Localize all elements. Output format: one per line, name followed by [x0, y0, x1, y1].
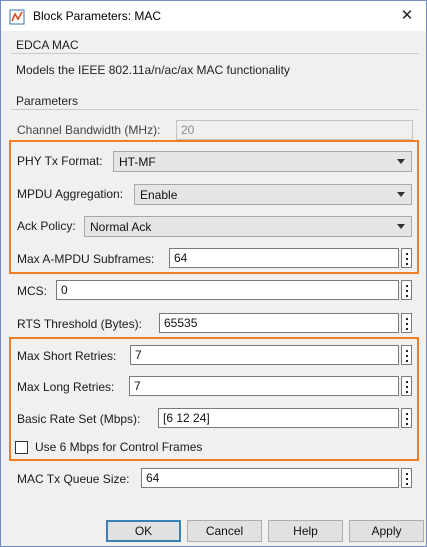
- more-options-icon[interactable]: [401, 345, 412, 365]
- more-options-icon[interactable]: [401, 248, 412, 268]
- max-ampdu-subframes-label: Max A-MPDU Subframes:: [17, 252, 155, 266]
- max-long-retries-label: Max Long Retries:: [17, 380, 115, 394]
- phy-tx-format-value: HT-MF: [119, 155, 156, 169]
- more-options-icon[interactable]: [401, 376, 412, 396]
- cancel-button[interactable]: Cancel: [187, 520, 262, 542]
- close-icon[interactable]: ✕: [388, 1, 426, 31]
- chevron-down-icon: [397, 192, 405, 197]
- ack-policy-label: Ack Policy:: [17, 219, 76, 233]
- ack-policy-value: Normal Ack: [90, 220, 152, 234]
- help-button[interactable]: Help: [268, 520, 343, 542]
- mac-tx-queue-size-label: MAC Tx Queue Size:: [17, 472, 130, 486]
- basic-rate-set-field[interactable]: [6 12 24]: [158, 408, 399, 428]
- mpdu-aggregation-value: Enable: [140, 188, 178, 202]
- more-options-icon[interactable]: [401, 280, 412, 300]
- mcs-field[interactable]: 0: [56, 280, 399, 300]
- use-6mbps-control-checkbox[interactable]: [15, 441, 28, 454]
- block-group-label: EDCA MAC: [16, 38, 79, 52]
- simulink-block-icon: [9, 9, 25, 25]
- phy-tx-format-label: PHY Tx Format:: [17, 154, 103, 168]
- mpdu-aggregation-dropdown[interactable]: Enable: [134, 184, 412, 205]
- block-description: Models the IEEE 802.11a/n/ac/ax MAC func…: [16, 63, 290, 77]
- more-options-icon[interactable]: [401, 313, 412, 333]
- mpdu-aggregation-label: MPDU Aggregation:: [17, 187, 124, 201]
- max-short-retries-label: Max Short Retries:: [17, 349, 117, 363]
- ok-button[interactable]: OK: [106, 520, 181, 542]
- chevron-down-icon: [397, 224, 405, 229]
- use-6mbps-control-label: Use 6 Mbps for Control Frames: [35, 440, 203, 454]
- parameters-group-label: Parameters: [16, 94, 79, 108]
- title-bar[interactable]: Block Parameters: MAC ✕: [1, 1, 426, 31]
- block-parameters-dialog: Block Parameters: MAC ✕ EDCA MAC Models …: [0, 0, 427, 547]
- channel-bandwidth-label: Channel Bandwidth (MHz):: [17, 123, 161, 137]
- divider: [11, 53, 419, 54]
- ack-policy-dropdown[interactable]: Normal Ack: [84, 216, 412, 237]
- rts-threshold-label: RTS Threshold (Bytes):: [17, 317, 142, 331]
- mcs-label: MCS:: [17, 284, 47, 298]
- phy-tx-format-dropdown[interactable]: HT-MF: [113, 151, 412, 172]
- chevron-down-icon: [397, 159, 405, 164]
- rts-threshold-field[interactable]: 65535: [159, 313, 399, 333]
- apply-button[interactable]: Apply: [349, 520, 424, 542]
- divider: [11, 109, 419, 110]
- max-long-retries-field[interactable]: 7: [129, 376, 399, 396]
- basic-rate-set-label: Basic Rate Set (Mbps):: [17, 412, 141, 426]
- window-title: Block Parameters: MAC: [33, 9, 162, 23]
- more-options-icon[interactable]: [401, 468, 412, 488]
- mac-tx-queue-size-field[interactable]: 64: [141, 468, 399, 488]
- max-short-retries-field[interactable]: 7: [130, 345, 399, 365]
- channel-bandwidth-field: 20: [176, 120, 413, 140]
- more-options-icon[interactable]: [401, 408, 412, 428]
- max-ampdu-subframes-field[interactable]: 64: [169, 248, 399, 268]
